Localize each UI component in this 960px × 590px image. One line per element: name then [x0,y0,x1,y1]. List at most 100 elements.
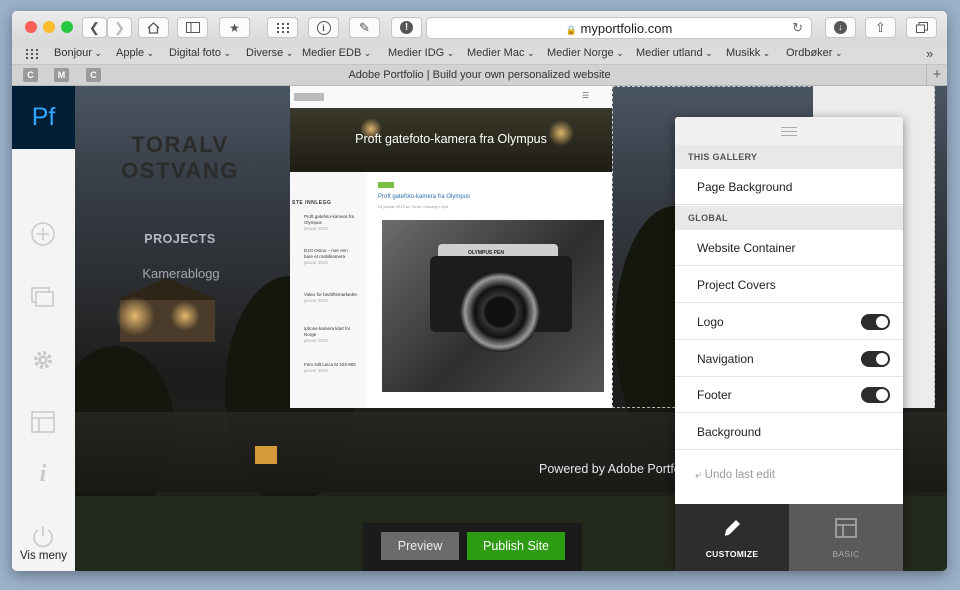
option-navigation[interactable]: Navigation [675,341,903,377]
light-glow [170,301,200,331]
lock-icon: 🔒 [565,25,577,35]
panel-drag-handle[interactable] [675,117,903,145]
forward-button[interactable]: ❯ [107,17,132,38]
grid-icon[interactable] [26,49,38,59]
bookmark-medier-edb[interactable]: Medier EDB [302,47,371,59]
zoom-window-button[interactable] [61,21,73,33]
chevron-left-icon: ❮ [89,19,100,35]
bookmark-digital-foto[interactable]: Digital foto [169,47,231,59]
embedded-list-item: Video for bedriftsmarkedet januar 2019 [304,292,357,303]
minimize-window-button[interactable] [43,21,55,33]
bookmark-diverse[interactable]: Diverse [246,47,293,59]
embedded-menu-button [294,93,324,101]
footer-toggle[interactable] [861,387,890,403]
share-icon: ⇧ [875,19,886,35]
info-icon[interactable]: i [30,461,56,487]
brand-line-1: TORALV [131,132,229,157]
site-nav-projects[interactable]: PROJECTS [135,232,225,246]
publish-site-button[interactable]: Publish Site [467,532,565,560]
url-text: myportfolio.com [580,21,673,36]
power-icon[interactable] [30,523,56,549]
page-content: Pf i Vis meny TORALV OSTVANG PROJECTS Ka… [12,86,947,571]
home-icon [147,21,160,34]
downloads-button[interactable]: ↓ [825,17,856,38]
bookmark-medier-utland[interactable]: Medier utland [636,47,713,59]
info-icon: i [316,20,331,35]
address-bar[interactable]: 🔒 myportfolio.com ↻ [426,17,812,39]
home-button[interactable] [138,17,169,38]
active-tab-title[interactable]: Adobe Portfolio | Build your own persona… [12,69,947,81]
customize-panel: THIS GALLERY Page Background GLOBAL Webs… [675,117,903,571]
undo-last-edit[interactable]: ⤶ Undo last edit [695,469,775,482]
reload-icon[interactable]: ↻ [792,20,803,36]
pages-icon[interactable] [30,284,56,310]
embedded-post-meta: 24 januar 2019 av Toralv Ostvang i Nytt [378,204,448,209]
bookmarks-button[interactable]: ★ [219,17,250,38]
bookmark-apple[interactable]: Apple [116,47,154,59]
bookmark-ordboker[interactable]: Ordbøker [786,47,843,59]
embedded-list-item: DJO Osmo – mer enn bare et mobilkamera ja… [304,248,348,265]
panel-tabs: CUSTOMIZE BASIC [675,504,903,571]
pencil-icon [724,520,740,536]
tab-customize[interactable]: CUSTOMIZE [675,504,789,571]
site-preview: TORALV OSTVANG PROJECTS Kamerablogg ☰ Pr… [75,86,947,571]
editor-sidebar: Pf i Vis meny [12,86,76,571]
option-footer[interactable]: Footer [675,377,903,413]
site-nav-kamerablogg[interactable]: Kamerablogg [125,266,237,281]
gear-icon[interactable] [30,347,56,373]
browser-toolbar: ❮ ❯ ★ i ✎ ! 🔒 myportfolio.com ↻ ↓ ⇧ [12,11,947,44]
back-button[interactable]: ❮ [82,17,107,38]
site-brand[interactable]: TORALV OSTVANG [110,132,250,184]
new-tab-button[interactable]: + [926,65,947,85]
tabs-icon [915,22,928,33]
embedded-header: Proft gatefoto-kamera fra Olympus [290,108,612,172]
top-sites-button[interactable] [267,17,298,38]
star-icon: ★ [229,20,240,35]
layout-icon[interactable] [30,409,56,435]
bookmark-musikk[interactable]: Musikk [726,47,770,59]
bookmark-medier-norge[interactable]: Medier Norge [547,47,624,59]
embedded-list-heading: STE INNLEGG [292,200,332,206]
browser-window: ❮ ❯ ★ i ✎ ! 🔒 myportfolio.com ↻ ↓ ⇧ Bonj… [12,11,947,571]
info-button[interactable]: i [308,17,339,38]
camera-lens [460,272,540,352]
sidebar-toggle-button[interactable] [177,17,208,38]
pen-icon: ✎ [359,19,370,35]
show-menu-label[interactable]: Vis meny [12,550,75,562]
sidebar-icon [185,22,200,33]
notes-button[interactable]: ✎ [349,17,380,38]
sign [255,446,277,464]
embedded-list-item: Fem stilt Leica M 223-900 januar 2019 [304,362,356,373]
navigation-toggle[interactable] [861,351,890,367]
undo-label: Undo last edit [704,469,775,481]
option-project-covers[interactable]: Project Covers [675,267,903,303]
light-glow [115,296,155,336]
preview-button[interactable]: Preview [381,532,459,560]
embedded-list-item: Proft gatefoto-kamera fra Olympus januar … [304,214,355,231]
logo-toggle[interactable] [861,314,890,330]
bookmarks-overflow-button[interactable]: » [926,46,933,61]
option-logo[interactable]: Logo [675,304,903,340]
alert-button[interactable]: ! [391,17,422,38]
close-window-button[interactable] [25,21,37,33]
powered-by-text: Powered by Adobe Portfol [539,462,684,476]
camera-brand: OLYMPUS PEN [468,250,504,256]
grid-icon [276,22,289,33]
embedded-blog-page[interactable]: ☰ Proft gatefoto-kamera fra Olympus STE … [290,86,612,408]
option-background[interactable]: Background [675,414,903,450]
option-website-container[interactable]: Website Container [675,230,903,266]
bookmark-bonjour[interactable]: Bonjour [54,47,102,59]
plus-icon: + [932,66,942,83]
tab-basic[interactable]: BASIC [789,504,903,571]
bookmark-medier-mac[interactable]: Medier Mac [467,47,535,59]
share-button[interactable]: ⇧ [865,17,896,38]
tabs-overview-button[interactable] [906,17,937,38]
option-page-background[interactable]: Page Background [675,169,903,205]
add-icon[interactable] [30,221,56,247]
bookmark-medier-idg[interactable]: Medier IDG [388,47,454,59]
embedded-topbar: ☰ [290,86,612,108]
portfolio-logo[interactable]: Pf [12,86,75,149]
publish-bar: Preview Publish Site [363,523,582,571]
download-icon: ↓ [834,21,847,34]
bookmarks-bar: Bonjour Apple Digital foto Diverse Medie… [12,44,947,65]
